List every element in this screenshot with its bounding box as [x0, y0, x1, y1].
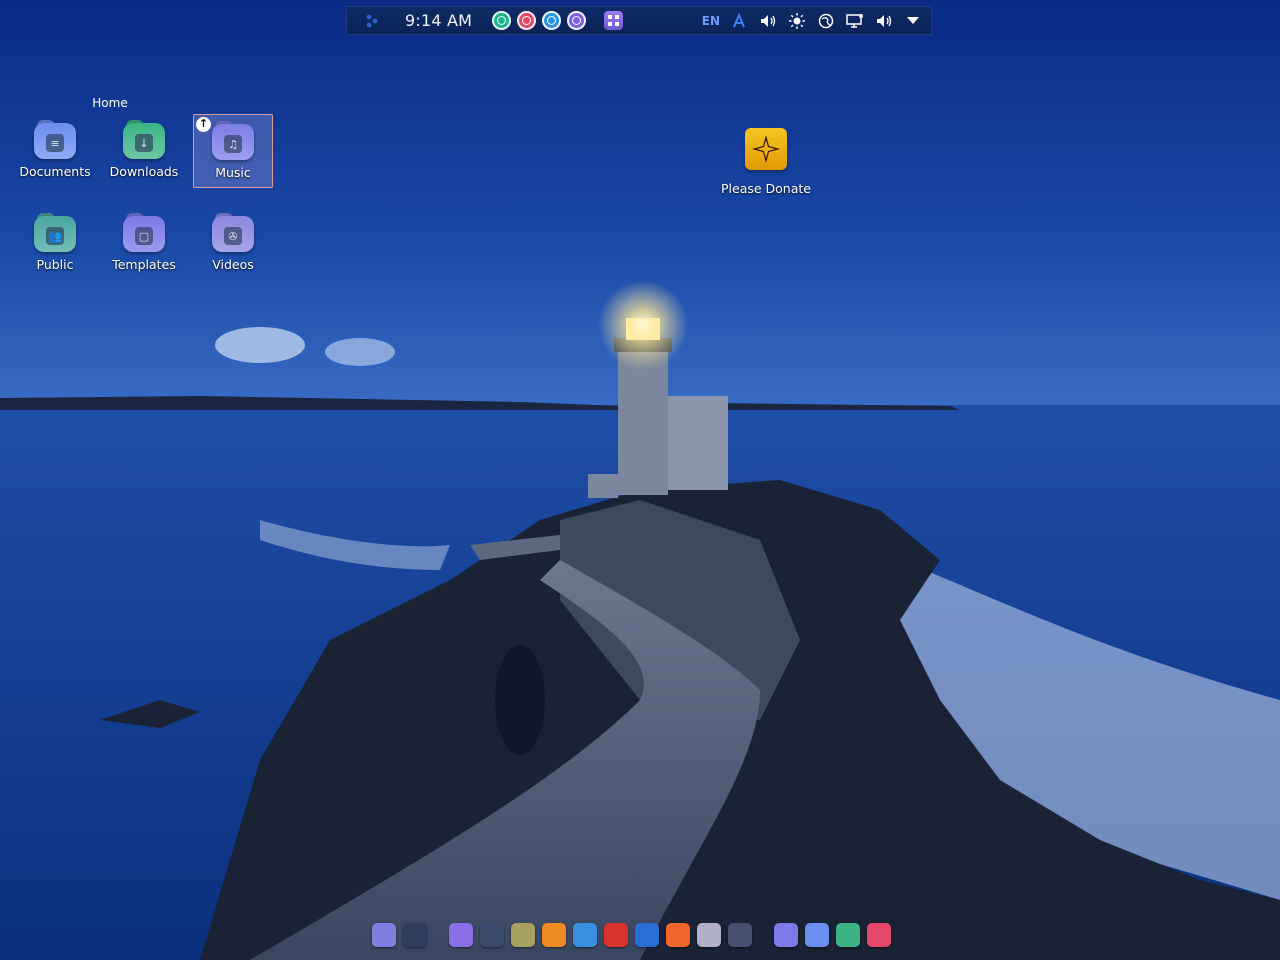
circle-glyph: [572, 16, 582, 25]
documents-folder-icon: ≡: [34, 119, 76, 159]
please-donate-shortcut[interactable]: Please Donate: [718, 128, 814, 204]
network-icon[interactable]: [816, 11, 836, 31]
desktop-icon-label: Public: [36, 257, 74, 272]
desktop-icon-label: Downloads: [109, 164, 179, 179]
filezilla-icon[interactable]: [604, 923, 628, 947]
desktop-wallpaper: [0, 0, 1280, 960]
circle-glyph: [497, 16, 507, 25]
home-label: Home: [92, 96, 128, 110]
desktop-icon-music[interactable]: ♫ ↑ Music: [193, 114, 273, 188]
folder-glyph: ≡: [46, 134, 64, 152]
folder-glyph: ↓: [135, 134, 153, 152]
chat-app-icon[interactable]: [697, 923, 721, 947]
videos-folder-icon: ✇: [212, 212, 254, 252]
browser-icon[interactable]: [635, 923, 659, 947]
desktop-icon-videos[interactable]: ✇ Videos: [193, 207, 273, 281]
brightness-icon[interactable]: [787, 11, 807, 31]
public-folder-icon: 👥: [34, 212, 76, 252]
app-grid-icon: [608, 15, 620, 26]
folder-glyph: 👥: [46, 227, 64, 245]
compass-star-icon: [745, 128, 787, 170]
documents-folder-icon[interactable]: [805, 923, 829, 947]
workspace-switcher-icon[interactable]: [403, 923, 427, 947]
gimp-icon[interactable]: [511, 923, 535, 947]
circle-app-icon[interactable]: [492, 11, 512, 30]
desktop-icon-public[interactable]: 👥 Public: [15, 207, 95, 281]
text-input-icon[interactable]: [729, 11, 749, 31]
chevron-down-icon[interactable]: [903, 11, 923, 31]
circle-app-icon[interactable]: [517, 11, 537, 30]
music-folder-icon: ♫: [212, 120, 254, 160]
desktop-icon-downloads[interactable]: ↓ Downloads: [104, 114, 184, 188]
circle-app-icon[interactable]: [567, 11, 587, 30]
home-folder-icon[interactable]: [774, 923, 798, 947]
desktop-icon-label: Templates: [112, 257, 176, 272]
downloads-folder-icon[interactable]: [836, 923, 860, 947]
desktop-icon-label: Videos: [212, 257, 254, 272]
firefox-icon[interactable]: [666, 923, 690, 947]
text-editor-icon[interactable]: [573, 923, 597, 947]
system-tray: EN: [702, 11, 923, 31]
app-menu-button[interactable]: [361, 10, 383, 32]
app-center-icon[interactable]: [867, 923, 891, 947]
app-grid-button[interactable]: [604, 11, 624, 30]
desktop-icon-documents[interactable]: ≡ Documents: [15, 114, 95, 188]
language-indicator[interactable]: EN: [702, 14, 720, 28]
templates-folder-icon: ▢: [123, 212, 165, 252]
arrow-up-icon: ↑: [196, 117, 211, 132]
clock[interactable]: 9:14 AM: [405, 11, 472, 30]
please-donate-label: Please Donate: [721, 181, 811, 196]
circle-app-icon[interactable]: [542, 11, 562, 30]
terminal-icon[interactable]: [480, 923, 504, 947]
dock: [372, 918, 910, 952]
circle-glyph: [547, 16, 557, 25]
screenshot-app-icon[interactable]: [372, 923, 396, 947]
file-manager-icon[interactable]: [449, 923, 473, 947]
downloads-folder-icon: ↓: [123, 119, 165, 159]
volume-icon[interactable]: [758, 11, 778, 31]
circle-glyph: [522, 16, 532, 25]
vlc-icon[interactable]: [542, 923, 566, 947]
folder-glyph: ♫: [224, 135, 242, 153]
desktop-icon-label: Music: [215, 165, 251, 180]
volume-icon[interactable]: [874, 11, 894, 31]
app-menu-icon: [366, 14, 378, 27]
folder-glyph: ▢: [135, 227, 153, 245]
desktop-icon-templates[interactable]: ▢ Templates: [104, 207, 184, 281]
display-icon[interactable]: [845, 11, 865, 31]
desktop-icon-label: Documents: [19, 164, 91, 179]
quick-launch-apps: [492, 11, 587, 30]
settings-icon[interactable]: [728, 923, 752, 947]
top-panel: 9:14 AM EN: [346, 6, 932, 35]
folder-glyph: ✇: [224, 227, 242, 245]
